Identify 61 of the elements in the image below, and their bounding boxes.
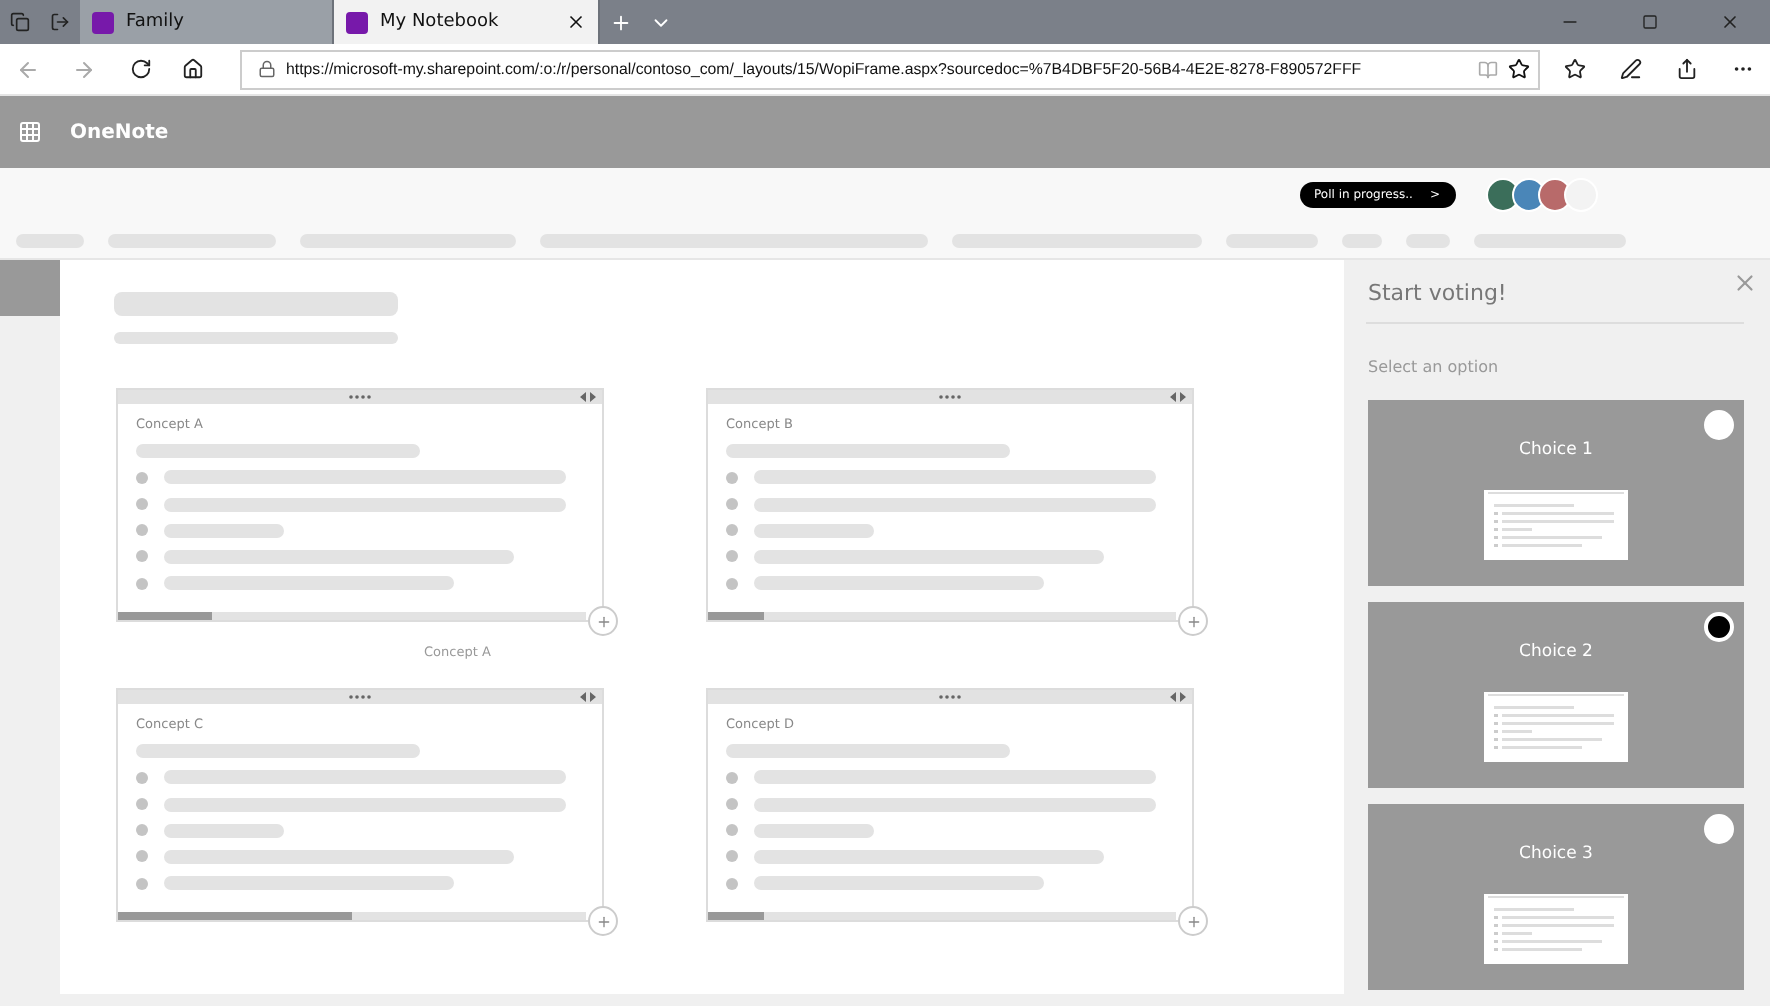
bullet-icon [136, 498, 148, 511]
placeholder-line [164, 823, 283, 838]
bullet-icon [136, 471, 148, 484]
app-launcher-icon[interactable] [18, 120, 42, 144]
resize-arrows-icon[interactable] [1170, 692, 1186, 702]
bullet-icon [726, 824, 738, 837]
bullet-icon [726, 577, 738, 590]
bullet-icon [136, 850, 148, 863]
bullet-icon [726, 850, 738, 863]
resize-arrows-icon[interactable] [1170, 392, 1186, 402]
rail-block [0, 260, 60, 316]
placeholder-line [754, 523, 873, 538]
bullet-icon [726, 550, 738, 563]
bullet-icon [726, 798, 738, 811]
reading-view-icon[interactable] [1478, 59, 1498, 79]
bullet-icon [726, 877, 738, 890]
bullet-icon [726, 498, 738, 511]
prompt-text: Select an option [1368, 358, 1501, 376]
app-title: OneNote [70, 121, 169, 143]
plus-icon [595, 913, 611, 929]
drag-handle-icon[interactable] [348, 694, 372, 700]
panel-title: Start voting! [1368, 280, 1507, 306]
bullet-icon [136, 524, 148, 537]
page-thumbnail [1484, 692, 1628, 762]
bullet-icon [136, 771, 148, 784]
add-button[interactable] [1178, 606, 1208, 636]
avatar [1486, 177, 1520, 211]
radio-button[interactable] [1704, 410, 1734, 440]
favorite-icon[interactable] [1508, 58, 1530, 80]
page-thumbnail [1484, 490, 1628, 560]
notebook-icon [346, 11, 368, 33]
notebook-icon [92, 11, 114, 33]
lock-icon [258, 60, 276, 78]
bullet-icon [726, 471, 738, 484]
bullet-icon [726, 524, 738, 537]
drag-handle-icon[interactable] [348, 394, 372, 400]
bullet-icon [136, 824, 148, 837]
bullet-icon [136, 577, 148, 590]
bullet-icon [726, 771, 738, 784]
browser-tab[interactable]: My Notebook [334, 0, 600, 44]
radio-button[interactable] [1704, 814, 1734, 844]
close-icon[interactable] [566, 12, 586, 32]
plus-icon [1185, 613, 1201, 629]
plus-icon [595, 613, 611, 629]
resize-arrows-icon[interactable] [580, 392, 596, 402]
radio-button[interactable] [1704, 612, 1734, 642]
bullet-icon [136, 877, 148, 890]
drag-handle-icon[interactable] [938, 394, 962, 400]
placeholder-line [754, 823, 873, 838]
plus-icon [1185, 913, 1201, 929]
bullet-icon [136, 798, 148, 811]
add-button[interactable] [588, 906, 618, 936]
browser-tab[interactable]: Family [80, 0, 334, 44]
drag-handle-icon[interactable] [938, 694, 962, 700]
placeholder-line [164, 523, 283, 538]
add-button[interactable] [1178, 906, 1208, 936]
bullet-icon [136, 550, 148, 563]
page-thumbnail [1484, 894, 1628, 964]
close-button[interactable] [1732, 270, 1758, 296]
resize-arrows-icon[interactable] [580, 692, 596, 702]
add-button[interactable] [588, 606, 618, 636]
